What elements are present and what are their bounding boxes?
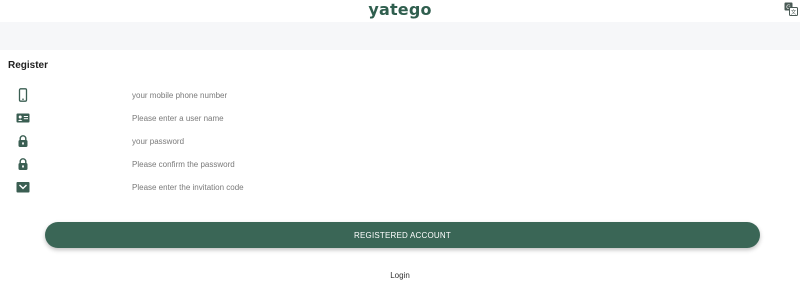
password-field-row (0, 131, 800, 151)
login-link[interactable]: Login (0, 271, 800, 280)
confirm-password-input[interactable] (130, 154, 754, 174)
top-header: yatego G 文 (0, 0, 800, 22)
page-title: Register (8, 60, 49, 71)
envelope-icon (16, 182, 30, 193)
lock-icon (18, 158, 28, 170)
svg-text:文: 文 (791, 8, 797, 16)
phone-input[interactable] (130, 85, 754, 105)
register-account-button[interactable]: REGISTERED ACCOUNT (45, 222, 760, 248)
confirm-password-field-row (0, 154, 800, 174)
translate-icon[interactable]: G 文 (784, 2, 798, 16)
password-input[interactable] (130, 131, 754, 151)
invitation-code-input[interactable] (130, 177, 754, 197)
phone-icon (18, 88, 28, 102)
id-card-icon (16, 113, 30, 123)
invitation-field-row (0, 177, 800, 197)
yatego-logo[interactable]: yatego (0, 0, 800, 20)
username-field-row (0, 108, 800, 128)
subheader-bar (0, 22, 800, 50)
lock-icon (18, 135, 28, 147)
username-input[interactable] (130, 108, 754, 128)
phone-field-row (0, 85, 800, 105)
